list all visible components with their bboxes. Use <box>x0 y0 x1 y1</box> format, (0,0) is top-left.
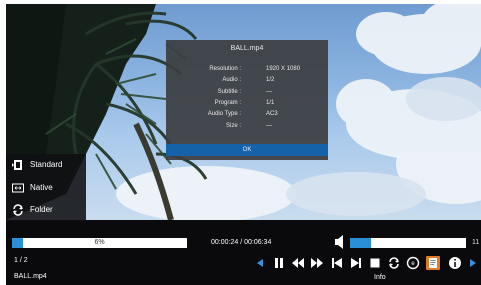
next-page-icon[interactable] <box>468 258 478 268</box>
info-label: Audio Type : <box>207 111 241 117</box>
ok-button[interactable]: OK <box>166 144 328 156</box>
menu-item-label: Folder <box>30 205 53 214</box>
svg-text:e: e <box>411 261 415 267</box>
native-aspect-icon <box>12 182 24 194</box>
info-value: — <box>266 123 272 129</box>
rewind-icon[interactable] <box>291 256 305 270</box>
file-counter: 1 / 2 <box>14 257 28 264</box>
info-value: AC3 <box>266 111 278 117</box>
info-value: 1/2 <box>266 77 275 83</box>
info-label: Audio : <box>222 77 241 83</box>
info-label: Subtitle : <box>217 89 241 95</box>
info-label: Resolution : <box>209 66 241 72</box>
media-info-dialog: BALL.mp4 Resolution : 1920 X 1080 Audio … <box>166 40 328 160</box>
volume-slider[interactable] <box>350 238 466 248</box>
standard-aspect-icon <box>12 159 24 171</box>
volume-value: 11 <box>472 239 480 246</box>
info-row-audio: Audio : 1/2 <box>166 77 328 87</box>
info-label: Info <box>374 274 386 281</box>
info-row-size: Size : — <box>166 123 328 133</box>
info-row-program: Program : 1/1 <box>166 100 328 110</box>
subtitle-icon[interactable] <box>426 256 440 270</box>
menu-item-native[interactable]: Native <box>11 180 85 196</box>
info-label: Size : <box>225 123 241 129</box>
menu-item-folder[interactable]: Folder <box>11 202 85 218</box>
volume-fill <box>350 238 371 248</box>
audio-track-icon[interactable]: e <box>406 256 420 270</box>
skip-next-icon[interactable] <box>349 256 363 270</box>
control-bar: 6% 00:00:24 / 00:06:34 11 1 / 2 BALL.mp4 <box>6 223 481 285</box>
info-row-audio-type: Audio Type : AC3 <box>166 111 328 121</box>
file-name: BALL.mp4 <box>14 273 47 280</box>
folder-repeat-icon <box>12 204 24 216</box>
dialog-title: BALL.mp4 <box>230 45 264 52</box>
info-label: Program : <box>214 100 241 106</box>
info-icon[interactable] <box>448 256 462 270</box>
info-value: 1920 X 1080 <box>266 66 301 72</box>
info-value: 1/1 <box>266 100 275 106</box>
progress-percent: 6% <box>94 239 105 246</box>
menu-item-label: Native <box>30 183 53 192</box>
stop-icon[interactable] <box>368 256 382 270</box>
aspect-ratio-menu: Standard Native Folder <box>6 154 86 221</box>
info-row-resolution: Resolution : 1920 X 1080 <box>166 66 328 76</box>
info-value: — <box>266 89 272 95</box>
repeat-icon[interactable] <box>387 256 401 270</box>
skip-previous-icon[interactable] <box>330 256 344 270</box>
seek-bar[interactable]: 6% <box>12 238 187 248</box>
volume-icon[interactable] <box>334 234 348 250</box>
prev-page-icon[interactable] <box>255 258 265 268</box>
media-player: BALL.mp4 Resolution : 1920 X 1080 Audio … <box>6 4 481 285</box>
pause-icon[interactable] <box>272 256 286 270</box>
info-row-subtitle: Subtitle : — <box>166 89 328 99</box>
time-display: 00:00:24 / 00:06:34 <box>211 239 272 246</box>
fast-forward-icon[interactable] <box>310 256 324 270</box>
menu-item-standard[interactable]: Standard <box>11 157 85 173</box>
menu-item-label: Standard <box>30 160 63 169</box>
